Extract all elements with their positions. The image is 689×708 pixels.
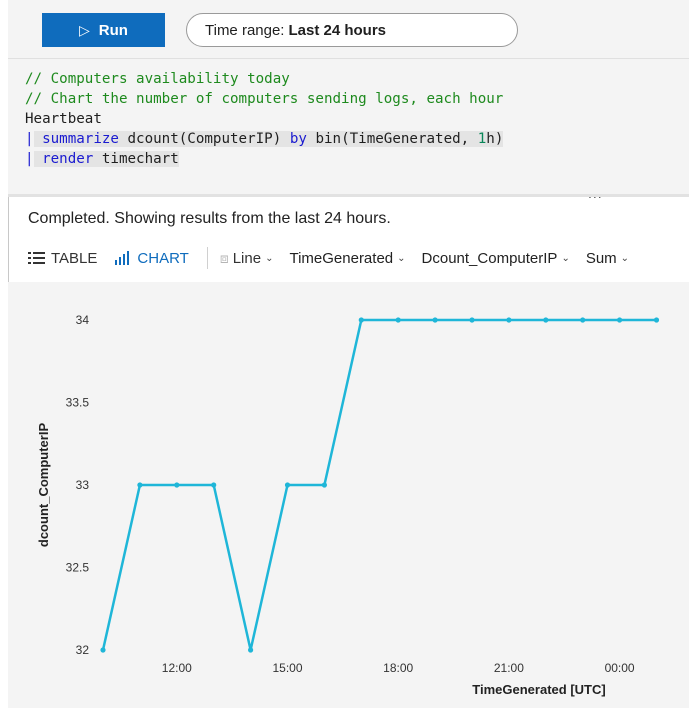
x-axis-title: TimeGenerated [UTC] — [472, 682, 605, 697]
x-tick-label: 12:00 — [162, 661, 192, 675]
data-point[interactable] — [174, 482, 180, 488]
data-point[interactable] — [358, 317, 364, 323]
x-tick-label: 18:00 — [383, 661, 413, 675]
data-point[interactable] — [580, 317, 586, 323]
data-point[interactable] — [248, 647, 254, 653]
data-point[interactable] — [432, 317, 438, 323]
data-point[interactable] — [653, 317, 660, 323]
x-tick-label: 15:00 — [272, 661, 302, 675]
line-chart: dcount_ComputerIP TimeGenerated [UTC] 32… — [36, 313, 660, 697]
data-point[interactable] — [321, 482, 327, 488]
y-tick-label: 34 — [76, 313, 90, 327]
x-tick-label: 21:00 — [494, 661, 524, 675]
y-tick-label: 33 — [76, 478, 90, 492]
data-point[interactable] — [543, 317, 549, 323]
x-tick-label: 00:00 — [605, 661, 635, 675]
data-point[interactable] — [469, 317, 475, 323]
data-point[interactable] — [506, 317, 512, 323]
data-point[interactable] — [284, 482, 291, 488]
y-tick-label: 32 — [76, 643, 90, 657]
y-tick-label: 33.5 — [66, 396, 90, 410]
data-point[interactable] — [137, 482, 143, 488]
series-line — [101, 318, 657, 652]
data-point[interactable] — [100, 647, 106, 653]
data-point[interactable] — [617, 317, 623, 323]
data-point[interactable] — [211, 482, 217, 488]
data-point[interactable] — [395, 317, 401, 323]
y-tick-label: 32.5 — [66, 561, 90, 575]
y-axis-title: dcount_ComputerIP — [36, 423, 51, 548]
